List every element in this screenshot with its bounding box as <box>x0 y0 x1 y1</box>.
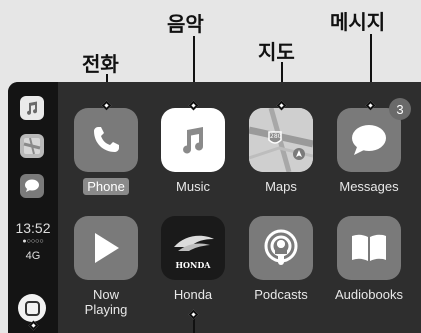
speech-bubble-icon: 3 <box>337 98 411 172</box>
honda-wing-icon: HONDA <box>161 216 225 280</box>
clock-time: 13:52 <box>15 220 51 236</box>
app-label: Audiobooks <box>335 287 403 302</box>
sidebar-messages-icon[interactable] <box>20 174 44 198</box>
honda-wordmark: HONDA <box>175 260 211 270</box>
network-type: 4G <box>25 250 41 262</box>
book-icon <box>337 216 401 280</box>
callout-phone: 전화 <box>82 52 119 76</box>
app-label: Now Playing <box>84 287 128 317</box>
app-audiobooks[interactable]: Audiobooks <box>329 216 409 303</box>
music-note-icon <box>161 108 225 172</box>
app-label: Maps <box>265 179 297 194</box>
notification-badge: 3 <box>389 98 411 120</box>
app-label: Music <box>176 179 210 194</box>
sidebar-maps-icon[interactable] <box>20 134 44 158</box>
maps-icon: 280 <box>249 108 313 172</box>
phone-icon <box>74 108 138 172</box>
app-messages[interactable]: 3 Messages <box>329 98 411 195</box>
callout-messages: 메시지 <box>330 10 386 34</box>
app-label: Messages <box>339 179 399 194</box>
play-icon <box>74 216 138 280</box>
carplay-screen: 13:52 ●○○○○ 4G Phone Music 280 Maps 3 Me… <box>8 82 421 333</box>
sidebar-music-icon[interactable] <box>20 96 44 120</box>
home-square-icon <box>24 300 40 316</box>
sidebar: 13:52 ●○○○○ 4G <box>8 82 58 333</box>
home-button[interactable] <box>18 294 46 322</box>
podcasts-icon <box>249 216 313 280</box>
app-music[interactable]: Music <box>153 108 233 195</box>
app-label: Honda <box>173 287 213 302</box>
app-now-playing[interactable]: Now Playing <box>66 216 146 318</box>
app-label: Podcasts <box>254 287 308 302</box>
callout-maps: 지도 <box>258 40 295 64</box>
signal-strength: ●○○○○ <box>22 238 44 245</box>
app-honda[interactable]: HONDA Honda <box>153 216 233 303</box>
app-label: Phone <box>83 178 129 195</box>
app-podcasts[interactable]: Podcasts <box>241 216 321 303</box>
callout-music: 음악 <box>167 12 204 36</box>
app-phone[interactable]: Phone <box>66 108 146 195</box>
app-maps[interactable]: 280 Maps <box>241 108 321 195</box>
map-shield-number: 280 <box>270 133 282 140</box>
